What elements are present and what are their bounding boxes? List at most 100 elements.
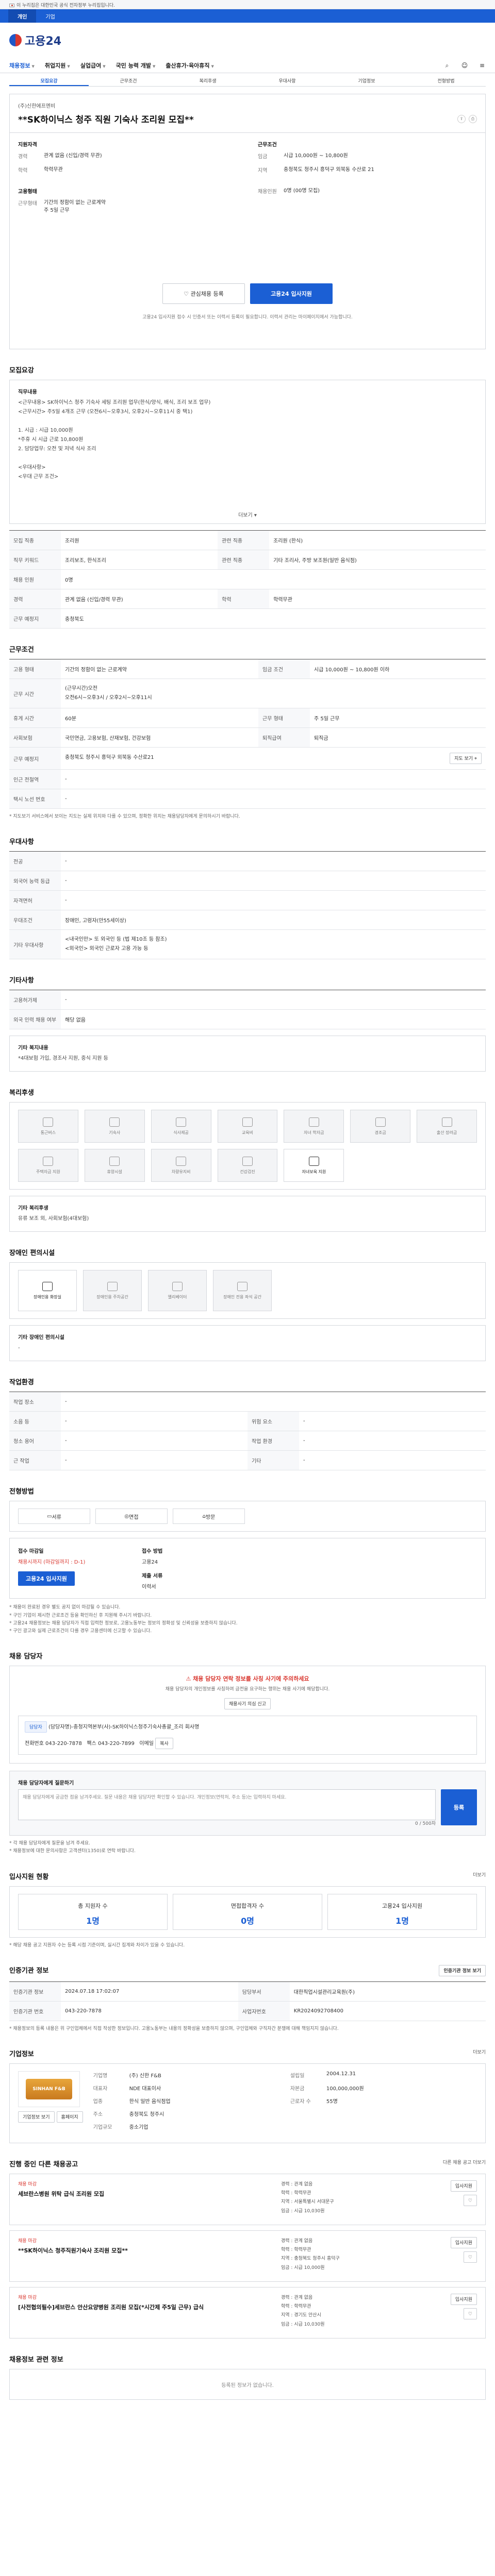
table-value: 조리원 (한식) (269, 530, 486, 550)
table-row: 근무 시간 (근무시간)오전 오전6시~오후3시 / 오후2시~오후11시 (9, 679, 486, 708)
welfare-label: 경조금 (374, 1130, 386, 1135)
welfare-childcare: 자녀보육 지원 (284, 1149, 344, 1182)
table-key: 기타 우대사항 (9, 929, 61, 960)
qna-submit-button[interactable]: 등록 (441, 1789, 477, 1825)
summary-value: 시급 10,000원 ~ 10,800원 (284, 153, 348, 159)
company-details-right: 설립일 2004.12.31 자본금 100,000,000원 근로자 수 55명 (290, 2071, 477, 2136)
section-title-disabled: 장애인 편의시설 (9, 1249, 55, 1258)
nav-benefit[interactable]: 실업급여 ▼ (80, 61, 106, 70)
job-item-title[interactable]: [사전협의필수]세브란스 안산요양병원 조리원 모집(*시간제 주5일 근무) … (18, 2303, 281, 2312)
chevron-down-icon: ▼ (211, 64, 214, 69)
anchor-preference[interactable]: 우대사항 (248, 73, 327, 86)
bookmark-button[interactable]: ♡ 관심채용 등록 (162, 283, 245, 304)
contact-name: (담당자명)-충청지역본부(사)-SK하이닉스청주기숙사총괄_조리 회사명 (48, 1724, 200, 1730)
site-logo[interactable]: 고용24 (9, 32, 61, 48)
summary-value: 0명 (00명 모집) (284, 188, 320, 194)
report-button[interactable]: 채용사기 의심 신고 (224, 1698, 271, 1709)
table-key: 인증기관 정보 (9, 1981, 61, 2002)
job-item-apply-button[interactable]: 입사지원 (450, 2237, 477, 2249)
job-item-main: 채용 마감 **SK하이닉스 청주직원기숙사 조리원 모집** (18, 2237, 281, 2275)
section-title-welfare: 복리후생 (9, 1089, 34, 1097)
copy-button[interactable]: 복사 (155, 1737, 173, 1749)
nav-support[interactable]: 취업지원 ▼ (45, 61, 70, 70)
anchor-company[interactable]: 기업정보 (327, 73, 406, 86)
homepage-button[interactable]: 홈페이지 (56, 2111, 83, 2123)
company-value: (주) 신한 F&B (129, 2073, 161, 2079)
list-item[interactable]: 채용 마감 [사전협의필수]세브란스 안산요양병원 조리원 모집(*시간제 주5일… (9, 2287, 486, 2339)
search-icon[interactable]: ⌕ (443, 62, 451, 69)
others-more-link[interactable]: 다른 채용 공고 더보기 (443, 2159, 486, 2168)
apply-button[interactable]: 고용24 입사지원 (250, 283, 333, 304)
map-button[interactable]: 지도 보기 ⌖ (450, 753, 482, 764)
contact-card: 담당자 (담당자명)-충청지역본부(사)-SK하이닉스청주기숙사총괄_조리 회사… (18, 1715, 477, 1755)
table-key: 인증기관 번호 (9, 2001, 61, 2021)
company-row: 근로자 수 55명 (290, 2097, 477, 2105)
menu-icon[interactable]: ≡ (478, 62, 486, 69)
job-item-title[interactable]: 세브란스병원 위탁 급식 조리원 모집 (18, 2190, 281, 2199)
stats-more-link[interactable]: 더보기 (473, 1871, 486, 1881)
disabled-seat: 장애인 전용 좌석 공간 (213, 1270, 272, 1312)
table-row: 인증기관 정보 2024.07.18 17:02:07 담당부서 대한직업시설관리교육… (9, 1981, 486, 2002)
list-item[interactable]: 채용 마감 **SK하이닉스 청주직원기숙사 조리원 모집** 경력 : 관계 없… (9, 2230, 486, 2282)
anchor-process[interactable]: 전형방법 (406, 73, 486, 86)
etc-welfare-label: 기타 복지내용 (18, 1045, 48, 1052)
condition-table: 고용 형태 기간의 정함이 없는 근로계약 임금 조건 시급 10,000원 ~ 10… (9, 659, 486, 809)
company-logo-art: SINHAN F&B (26, 2079, 72, 2100)
summary-right-heading: 근무조건 (258, 142, 277, 148)
table-row: 모집 직종 조리원 관련 직종 조리원 (한식) (9, 530, 486, 550)
table-key: 직무 키워드 (9, 550, 61, 570)
tab-company[interactable]: 기업 (36, 9, 64, 23)
company-info-button[interactable]: 기업정보 보기 (18, 2111, 55, 2123)
envelope-icon (375, 1117, 386, 1127)
table-value: - (61, 1450, 248, 1471)
job-item-apply-button[interactable]: 입사지원 (450, 2294, 477, 2306)
table-row: 근무 예정지 충청북도 (9, 608, 486, 629)
process-step-label: 면접 (129, 1514, 139, 1520)
table-key: 근무 형태 (258, 708, 310, 728)
wheelchair-icon (237, 1281, 248, 1291)
company-key: 대표자 (93, 2086, 108, 2092)
anchor-condition[interactable]: 근무조건 (89, 73, 168, 86)
house-icon (43, 1156, 54, 1166)
table-row: 자격면허 - (9, 890, 486, 911)
anchor-recruit[interactable]: 모집요강 (9, 73, 89, 86)
welfare-label: 교육비 (241, 1130, 254, 1135)
qna-textarea[interactable]: 채용 담당자에게 궁금한 점을 남겨주세요. 질문 내용은 채용 담당자만 확인… (18, 1789, 436, 1820)
table-key: 인근 전철역 (9, 769, 61, 789)
parking-icon (107, 1281, 118, 1291)
job-item-apply-button[interactable]: 입사지원 (450, 2180, 477, 2192)
table-row: 작업 장소 - (9, 1392, 486, 1412)
nav-training[interactable]: 국민 능력 개발 ▼ (116, 61, 156, 70)
company-more-link[interactable]: 더보기 (473, 2048, 486, 2058)
tab-personal[interactable]: 개인 (8, 9, 37, 23)
heart-icon[interactable]: ♡ (463, 2251, 477, 2263)
user-icon[interactable]: ☺ (461, 62, 468, 69)
table-key: 전공 (9, 851, 61, 872)
anchor-welfare[interactable]: 복리후생 (168, 73, 248, 86)
disabled-elevator: 엘리베이터 (148, 1270, 207, 1312)
summary-row: 경력 관계 없음 (신입/경력 무관) (18, 152, 237, 160)
nav-jobs[interactable]: 채용정보 ▼ (9, 61, 35, 70)
company-details-left: 기업명 (주) 신한 F&B 대표자 NDE 대표이사 업종 한식 일반 음식점업 주… (93, 2071, 280, 2136)
expand-button[interactable]: 더보기 ▾ (10, 511, 485, 518)
section-title-company: 기업정보 더보기 (9, 2048, 486, 2058)
heart-icon[interactable]: ♡ (463, 2308, 477, 2320)
summary-key: 임금 (258, 154, 268, 160)
nav-leave[interactable]: 출산휴가·육아휴직 ▼ (166, 61, 214, 70)
list-item[interactable]: 채용 마감 세브란스병원 위탁 급식 조리원 모집 경력 : 관계 없음 학력 :… (9, 2174, 486, 2226)
apply-left: 접수 마감일 채용시까지 (마감일까지 : D-1) 고용24 입사지원 (18, 1547, 121, 1590)
print-icon[interactable]: ⎙ (469, 115, 477, 123)
company-row: 업종 한식 일반 음식점업 (93, 2097, 280, 2105)
table-row: 근 작업 - 기타 - (9, 1450, 486, 1471)
recruit-table: 모집 직종 조리원 관련 직종 조리원 (한식) 직무 키워드 조리보조, 한식조리 관련… (9, 530, 486, 629)
table-key: 외국 인력 채용 여부 (9, 1009, 61, 1030)
heart-icon[interactable]: ♡ (463, 2195, 477, 2207)
share-icon[interactable]: ⇪ (457, 115, 466, 123)
welfare-label: 휴양시설 (107, 1169, 122, 1174)
table-value: 2024.07.18 17:02:07 (61, 1981, 238, 2002)
table-value: 주 5일 근무 (310, 708, 486, 728)
info-button[interactable]: 인증기관 정보 보기 (439, 1964, 486, 1976)
job-item-title[interactable]: **SK하이닉스 청주직원기숙사 조리원 모집** (18, 2247, 281, 2256)
apply-button-bottom[interactable]: 고용24 입사지원 (18, 1571, 75, 1586)
welfare-edu: 교육비 (217, 1110, 278, 1143)
